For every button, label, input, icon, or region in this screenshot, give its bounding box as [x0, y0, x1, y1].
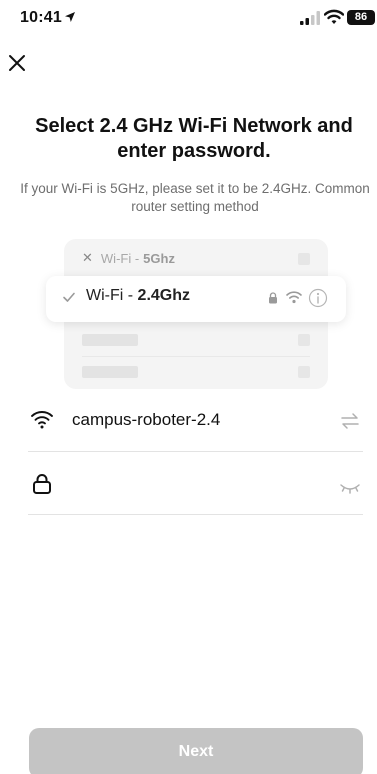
illustration-2-4ghz-band: 2.4Ghz — [137, 287, 191, 304]
next-button[interactable]: Next — [29, 728, 363, 774]
switch-network-icon[interactable] — [339, 411, 361, 431]
illustration-placeholder-square — [298, 334, 310, 346]
wifi-network-field[interactable]: campus-roboter-2.4 — [28, 392, 363, 452]
illustration-5ghz-band: 5Ghz — [143, 250, 175, 266]
illustration-placeholder-bar — [82, 366, 138, 378]
password-field[interactable] — [28, 455, 363, 515]
page-subtitle: If your Wi-Fi is 5GHz, please set it to … — [20, 181, 370, 214]
location-arrow-icon — [65, 12, 75, 22]
lock-icon — [269, 292, 277, 304]
illustration-placeholder-square — [298, 366, 310, 378]
close-button[interactable] — [6, 52, 28, 74]
battery-level: 86 — [354, 11, 368, 23]
illustration-divider — [82, 356, 310, 357]
illustration-2-4ghz-label: Wi-Fi - 2.4Ghz — [86, 287, 190, 305]
battery-icon: 86 — [347, 10, 375, 25]
eye-closed-icon[interactable] — [339, 479, 361, 499]
status-time: 10:41 — [20, 9, 62, 26]
info-icon — [308, 288, 328, 308]
illustration-placeholder-bar — [82, 334, 138, 346]
close-icon — [9, 55, 25, 71]
check-icon — [63, 292, 75, 302]
page-title: Select 2.4 GHz Wi-Fi Network and enter p… — [35, 115, 353, 162]
status-bar: 10:41 86 — [0, 0, 377, 36]
wifi-icon — [324, 9, 344, 24]
illustration-row-2-4ghz: Wi-Fi - 2.4Ghz — [46, 276, 346, 322]
wifi-icon — [31, 411, 53, 429]
illustration-5ghz-prefix: Wi-Fi - — [100, 250, 140, 266]
cellular-signal-icon — [300, 11, 320, 25]
x-icon: ✕ — [82, 250, 93, 265]
lock-icon — [33, 474, 51, 494]
illustration-placeholder-square — [298, 253, 310, 265]
wifi-icon — [286, 291, 302, 304]
wifi-network-name: campus-roboter-2.4 — [72, 410, 221, 429]
password-input[interactable] — [72, 469, 322, 501]
illustration-row-5ghz: ✕ Wi-Fi - 5Ghz — [82, 250, 175, 266]
illustration-2-4ghz-prefix: Wi-Fi - — [86, 287, 134, 304]
